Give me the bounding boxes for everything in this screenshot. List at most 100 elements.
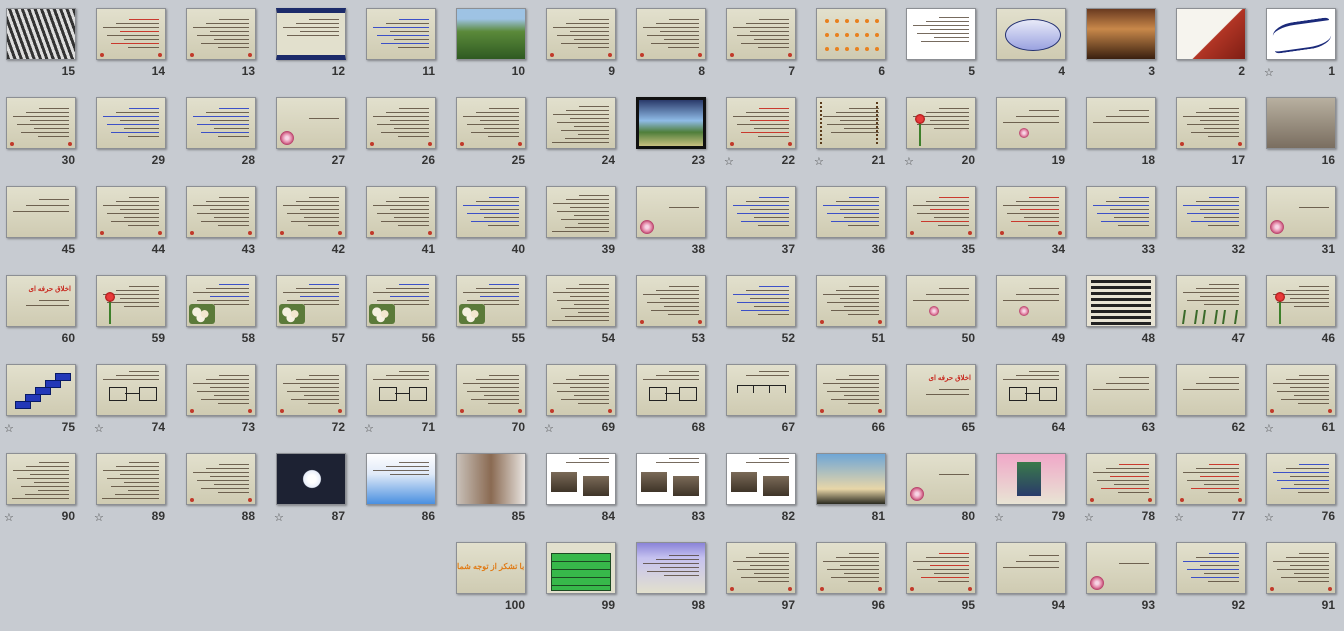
slide-thumbnail[interactable]	[816, 453, 886, 505]
slide-88[interactable]: 88	[186, 453, 276, 542]
slide-thumbnail[interactable]	[726, 542, 796, 594]
slide-93[interactable]: 93	[1086, 542, 1176, 631]
slide-thumbnail[interactable]	[546, 97, 616, 149]
slide-thumbnail[interactable]	[546, 275, 616, 327]
slide-thumbnail[interactable]	[366, 186, 436, 238]
slide-91[interactable]: 91	[1266, 542, 1344, 631]
slide-thumbnail[interactable]	[276, 453, 346, 505]
slide-3[interactable]: 3	[1086, 8, 1176, 97]
slide-thumbnail[interactable]	[546, 8, 616, 60]
slide-47[interactable]: 47	[1176, 275, 1266, 364]
slide-thumbnail[interactable]: اخلاق حرفه ای	[906, 364, 976, 416]
slide-6[interactable]: 6	[816, 8, 906, 97]
slide-43[interactable]: 43	[186, 186, 276, 275]
slide-thumbnail[interactable]	[996, 542, 1066, 594]
slide-thumbnail[interactable]	[906, 8, 976, 60]
slide-thumbnail[interactable]	[816, 275, 886, 327]
slide-16[interactable]: 16	[1266, 97, 1344, 186]
slide-thumbnail[interactable]	[186, 97, 256, 149]
slide-thumbnail[interactable]	[996, 97, 1066, 149]
slide-12[interactable]: 12	[276, 8, 366, 97]
slide-thumbnail[interactable]	[6, 97, 76, 149]
slide-thumbnail[interactable]	[726, 186, 796, 238]
slide-24[interactable]: 24	[546, 97, 636, 186]
slide-46[interactable]: 46	[1266, 275, 1344, 364]
slide-41[interactable]: 41	[366, 186, 456, 275]
slide-thumbnail[interactable]	[636, 542, 706, 594]
slide-thumbnail[interactable]	[816, 542, 886, 594]
slide-thumbnail[interactable]	[546, 453, 616, 505]
slide-8[interactable]: 8	[636, 8, 726, 97]
slide-49[interactable]: 49	[996, 275, 1086, 364]
slide-thumbnail[interactable]	[996, 275, 1066, 327]
slide-94[interactable]: 94	[996, 542, 1086, 631]
slide-81[interactable]: 81	[816, 453, 906, 542]
slide-72[interactable]: 72	[276, 364, 366, 453]
slide-thumbnail[interactable]	[636, 186, 706, 238]
slide-thumbnail[interactable]	[6, 8, 76, 60]
slide-86[interactable]: 86	[366, 453, 456, 542]
slide-thumbnail[interactable]	[906, 275, 976, 327]
slide-33[interactable]: 33	[1086, 186, 1176, 275]
animation-star-icon[interactable]: ☆	[4, 424, 14, 435]
slide-69[interactable]: 69 ☆	[544, 364, 636, 453]
slide-40[interactable]: 40	[456, 186, 546, 275]
slide-52[interactable]: 52	[726, 275, 816, 364]
slide-37[interactable]: 37	[726, 186, 816, 275]
animation-star-icon[interactable]: ☆	[4, 513, 14, 524]
slide-15[interactable]: 15	[6, 8, 96, 97]
slide-68[interactable]: 68	[636, 364, 726, 453]
slide-thumbnail[interactable]	[1086, 275, 1156, 327]
slide-62[interactable]: 62	[1176, 364, 1266, 453]
slide-13[interactable]: 13	[186, 8, 276, 97]
slide-thumbnail[interactable]	[906, 186, 976, 238]
slide-31[interactable]: 31	[1266, 186, 1344, 275]
slide-thumbnail[interactable]	[366, 97, 436, 149]
slide-thumbnail[interactable]	[186, 453, 256, 505]
slide-19[interactable]: 19	[996, 97, 1086, 186]
slide-thumbnail[interactable]	[366, 8, 436, 60]
slide-thumbnail[interactable]	[906, 453, 976, 505]
slide-60[interactable]: اخلاق حرفه ای 60	[6, 275, 96, 364]
slide-9[interactable]: 9	[546, 8, 636, 97]
slide-thumbnail[interactable]	[276, 186, 346, 238]
slide-100[interactable]: با تشکر از توجه شما 100	[456, 542, 546, 631]
slide-92[interactable]: 92	[1176, 542, 1266, 631]
slide-73[interactable]: 73	[186, 364, 276, 453]
slide-thumbnail[interactable]: اخلاق حرفه ای	[6, 275, 76, 327]
slide-thumbnail[interactable]	[186, 275, 256, 327]
slide-thumbnail[interactable]	[1266, 453, 1336, 505]
slide-thumbnail[interactable]	[1176, 8, 1246, 60]
slide-thumbnail[interactable]	[636, 364, 706, 416]
slide-36[interactable]: 36	[816, 186, 906, 275]
slide-83[interactable]: 83	[636, 453, 726, 542]
slide-79[interactable]: 79 ☆	[994, 453, 1086, 542]
slide-53[interactable]: 53	[636, 275, 726, 364]
slide-thumbnail[interactable]	[726, 97, 796, 149]
slide-38[interactable]: 38	[636, 186, 726, 275]
slide-71[interactable]: 71 ☆	[364, 364, 456, 453]
slide-82[interactable]: 82	[726, 453, 816, 542]
slide-85[interactable]: 85	[456, 453, 546, 542]
slide-23[interactable]: 23	[636, 97, 726, 186]
slide-thumbnail[interactable]	[456, 97, 526, 149]
slide-thumbnail[interactable]	[816, 186, 886, 238]
slide-thumbnail[interactable]	[366, 364, 436, 416]
slide-5[interactable]: 5	[906, 8, 996, 97]
slide-thumbnail[interactable]	[1176, 275, 1246, 327]
slide-thumbnail[interactable]	[186, 8, 256, 60]
slide-thumbnail[interactable]	[636, 8, 706, 60]
slide-39[interactable]: 39	[546, 186, 636, 275]
slide-thumbnail[interactable]	[636, 453, 706, 505]
slide-thumbnail[interactable]	[456, 275, 526, 327]
slide-55[interactable]: 55	[456, 275, 546, 364]
slide-32[interactable]: 32	[1176, 186, 1266, 275]
slide-11[interactable]: 11	[366, 8, 456, 97]
slide-thumbnail[interactable]	[276, 275, 346, 327]
slide-thumbnail[interactable]	[276, 97, 346, 149]
slide-26[interactable]: 26	[366, 97, 456, 186]
slide-thumbnail[interactable]	[726, 8, 796, 60]
slide-thumbnail[interactable]	[1266, 364, 1336, 416]
slide-89[interactable]: 89 ☆	[94, 453, 186, 542]
slide-thumbnail[interactable]	[546, 542, 616, 594]
